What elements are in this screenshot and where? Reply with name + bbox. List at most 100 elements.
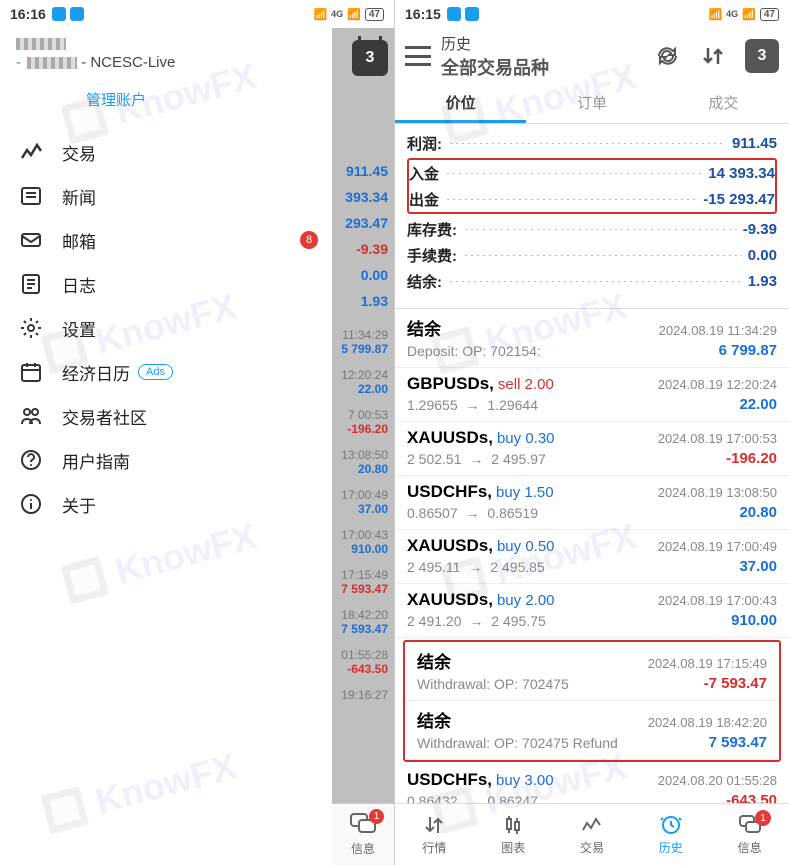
menu-label: 交易: [62, 140, 96, 165]
menu-label: 设置: [62, 316, 96, 341]
nav-clock[interactable]: 历史: [631, 804, 710, 865]
nav-candle[interactable]: 图表: [474, 804, 553, 865]
nav-label: 历史: [659, 839, 683, 856]
sub-info: 0.86507 → 0.86519: [407, 505, 538, 521]
shaded-value: 911.45: [332, 158, 388, 184]
menu-label: 新闻: [62, 184, 96, 209]
shaded-amount: -196.20: [332, 422, 388, 436]
amount: 20.80: [739, 504, 777, 521]
cal-icon: [18, 359, 44, 385]
shaded-amount: 22.00: [332, 382, 388, 396]
nav-label: 信息: [738, 839, 762, 856]
summary-block: 利润:911.45入金14 393.34出金-15 293.47库存费:-9.3…: [395, 124, 789, 300]
refresh-icon[interactable]: [653, 42, 681, 70]
shaded-time: 17:00:49: [332, 488, 388, 502]
shaded-amount: 37.00: [332, 502, 388, 516]
mail-icon: [18, 227, 44, 253]
page-subtitle[interactable]: 全部交易品种: [441, 54, 549, 80]
history-item[interactable]: GBPUSDs, sell 2.002024.08.19 12:20:241.2…: [395, 368, 789, 422]
msg-badge: 1: [369, 809, 384, 824]
shaded-time: 17:15:49: [332, 568, 388, 582]
highlight-box: 入金14 393.34出金-15 293.47: [407, 158, 777, 214]
history-item[interactable]: 结余2024.08.19 11:34:29Deposit: OP: 702154…: [395, 309, 789, 368]
shaded-time: 01:55:28: [332, 648, 388, 662]
summary-row: 入金14 393.34: [409, 160, 775, 186]
nav-badge: 1: [755, 810, 771, 826]
timestamp: 2024.08.19 17:00:43: [658, 593, 777, 608]
shaded-amount: 910.00: [332, 542, 388, 556]
sub-info: Withdrawal: OP: 702475 Refund: [417, 735, 618, 751]
calendar-icon-r[interactable]: 3: [745, 39, 779, 73]
shaded-value: 393.34: [332, 184, 388, 210]
sub-info: 2 495.11 → 2 495.85: [407, 559, 545, 575]
shaded-time: 13:08:50: [332, 448, 388, 462]
candle-icon: [501, 813, 525, 837]
timestamp: 2024.08.19 17:00:53: [658, 431, 777, 446]
sort-icon[interactable]: [699, 42, 727, 70]
amount: 7 593.47: [709, 734, 767, 751]
history-item[interactable]: 结余2024.08.19 17:15:49Withdrawal: OP: 702…: [405, 642, 779, 701]
history-item[interactable]: XAUUSDs, buy 0.502024.08.19 17:00:492 49…: [395, 530, 789, 584]
shaded-amount: -643.50: [332, 662, 388, 676]
menu-badge: 8: [300, 231, 318, 249]
about-icon: [18, 491, 44, 517]
history-item[interactable]: USDCHFs, buy 1.502024.08.19 13:08:500.86…: [395, 476, 789, 530]
timestamp: 2024.08.19 17:15:49: [648, 656, 767, 671]
summary-label: 出金: [409, 189, 439, 210]
timestamp: 2024.08.19 17:00:49: [658, 539, 777, 554]
nav-arrows[interactable]: 行情: [395, 804, 474, 865]
tab-2[interactable]: 成交: [658, 84, 789, 123]
amount: -196.20: [726, 450, 777, 467]
timestamp: 2024.08.19 18:42:20: [648, 715, 767, 730]
comm-icon: [18, 403, 44, 429]
summary-label: 结余:: [407, 271, 442, 292]
shaded-value: -9.39: [332, 236, 388, 262]
history-item[interactable]: XAUUSDs, buy 0.302024.08.19 17:00:532 50…: [395, 422, 789, 476]
calendar-icon[interactable]: 3: [352, 40, 388, 76]
menu-label: 经济日历: [62, 360, 130, 385]
menu-label: 交易者社区: [62, 404, 147, 429]
bottom-msg-label[interactable]: 信息: [351, 840, 375, 857]
shaded-amount: 20.80: [332, 462, 388, 476]
status-bar-left: 16:16 📶4G📶 47: [0, 0, 394, 28]
top-bar: 历史 全部交易品种 3: [395, 28, 789, 84]
symbol: XAUUSDs,: [407, 536, 493, 556]
summary-row: 出金-15 293.47: [409, 186, 775, 212]
menu-label: 日志: [62, 272, 96, 297]
history-item[interactable]: USDCHFs, buy 3.002024.08.20 01:55:280.86…: [395, 764, 789, 803]
summary-value: 1.93: [748, 273, 777, 290]
status-right: 📶4G📶 47: [313, 8, 384, 21]
hamburger-icon[interactable]: [405, 46, 431, 66]
clock-icon: [659, 813, 683, 837]
shaded-time: 17:00:43: [332, 528, 388, 542]
summary-label: 入金: [409, 163, 439, 184]
tab-1[interactable]: 订单: [526, 84, 657, 123]
shaded-time: 12:20:24: [332, 368, 388, 382]
battery-level-r: 47: [760, 8, 779, 21]
summary-value: -9.39: [743, 221, 777, 238]
summary-row: 结余: 1.93: [407, 268, 777, 294]
amount: 37.00: [739, 558, 777, 575]
right-screenshot: 16:15 📶4G📶47 历史 全部交易品种 3 价位订单成交 利润:911.4…: [395, 0, 789, 865]
symbol: XAUUSDs,: [407, 428, 493, 448]
trade-action: buy 0.30: [497, 430, 555, 447]
summary-label: 利润:: [407, 133, 442, 154]
trade-action: buy 1.50: [496, 484, 554, 501]
sub-info: Withdrawal: OP: 702475: [417, 676, 569, 692]
menu-label: 邮箱: [62, 228, 96, 253]
nav-wave[interactable]: 交易: [553, 804, 632, 865]
history-list[interactable]: 结余2024.08.19 11:34:29Deposit: OP: 702154…: [395, 308, 789, 803]
nav-chat[interactable]: 信息 1: [710, 804, 789, 865]
symbol: 结余: [407, 315, 441, 340]
shaded-value: 293.47: [332, 210, 388, 236]
summary-label: 手续费:: [407, 245, 457, 266]
history-item[interactable]: 结余2024.08.19 18:42:20Withdrawal: OP: 702…: [405, 701, 779, 760]
tab-0[interactable]: 价位: [395, 84, 526, 123]
history-item[interactable]: XAUUSDs, buy 2.002024.08.19 17:00:432 49…: [395, 584, 789, 638]
battery-level: 47: [365, 8, 384, 21]
amount: 910.00: [731, 612, 777, 629]
shaded-time: 7 00:53: [332, 408, 388, 422]
trade-action: sell 2.00: [498, 376, 554, 393]
server-name: - NCESC-Live: [81, 54, 175, 71]
shaded-value: 0.00: [332, 262, 388, 288]
